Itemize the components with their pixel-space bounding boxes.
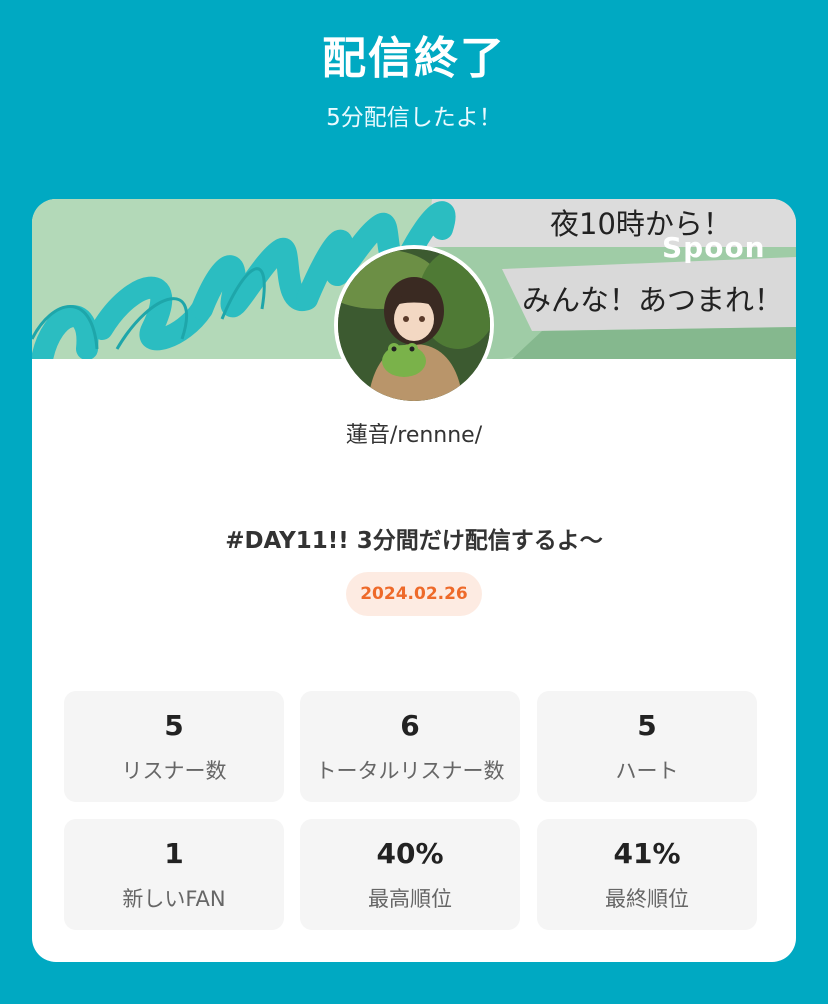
broadcast-summary-card: 夜10時から！ Spoon みんな！あつまれ！ 蓮音/rennne/ #DAY1… xyxy=(32,199,796,962)
stat-new-fans: 1 新しいFAN xyxy=(64,819,284,930)
stat-total-listeners: 6 トータルリスナー数 xyxy=(300,691,520,802)
stat-hearts: 5 ハート xyxy=(537,691,757,802)
stat-label: 新しいFAN xyxy=(122,887,226,911)
stat-listeners: 5 リスナー数 xyxy=(64,691,284,802)
date-badge: 2024.02.26 xyxy=(346,572,482,616)
banner-text-line2: みんな！あつまれ！ xyxy=(522,283,784,317)
stat-value: 1 xyxy=(164,837,184,870)
stat-value: 5 xyxy=(164,709,184,742)
page-subtitle: 5分配信したよ！ xyxy=(326,105,502,131)
stat-value: 6 xyxy=(400,709,420,742)
stat-label: ハート xyxy=(615,759,679,783)
stat-label: トータルリスナー数 xyxy=(315,759,505,783)
stat-label: 最高順位 xyxy=(368,887,452,911)
avatar[interactable] xyxy=(334,245,494,405)
stat-label: リスナー数 xyxy=(121,759,227,783)
stat-value: 41% xyxy=(613,837,681,870)
broadcast-title: #DAY11!! 3分間だけ配信するよ〜 xyxy=(225,528,603,554)
stat-highest-rank: 40% 最高順位 xyxy=(300,819,520,930)
stat-final-rank: 41% 最終順位 xyxy=(537,819,757,930)
banner-brand-text: Spoon xyxy=(662,231,766,264)
stat-value: 5 xyxy=(637,709,657,742)
stat-label: 最終順位 xyxy=(605,887,689,911)
page-title: 配信終了 xyxy=(322,33,506,84)
stat-value: 40% xyxy=(376,837,444,870)
stats-grid: 5 リスナー数 6 トータルリスナー数 5 ハート 1 新しいFAN 40% 最… xyxy=(64,691,757,931)
username: 蓮音/rennne/ xyxy=(345,423,483,448)
